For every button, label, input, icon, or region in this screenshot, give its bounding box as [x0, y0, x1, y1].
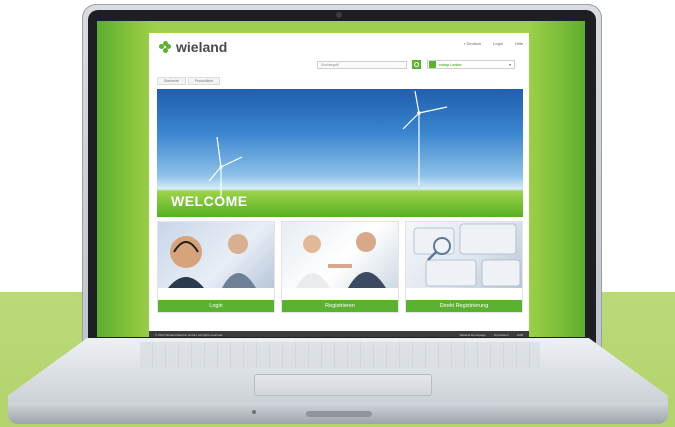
footer-link-terms[interactable]: AGB — [517, 333, 523, 337]
eshop-selector-label: eshop Lenker — [439, 62, 462, 67]
footer-link-imprint[interactable]: Impressum — [494, 333, 509, 337]
laptop-latch — [306, 411, 372, 417]
tile-login-label: Login — [158, 300, 274, 312]
tab-startseite[interactable]: Startseite — [157, 77, 186, 85]
laptop-keyboard — [140, 342, 540, 368]
search-input[interactable]: Suchbegriff — [317, 61, 407, 69]
footer-link-homepage[interactable]: Wieland Homepage — [459, 333, 485, 337]
wieland-logo[interactable]: wieland — [159, 39, 227, 55]
tab-produktlinie[interactable]: Produktlinie — [187, 77, 221, 85]
power-led-icon — [252, 410, 256, 414]
tile-login[interactable]: Login — [157, 221, 275, 313]
tile-direct-registration[interactable]: Direkt Registrierung — [405, 221, 523, 313]
eshop-selector[interactable]: eshop Lenker ▾ — [427, 60, 515, 69]
camera-icon — [336, 12, 342, 18]
chevron-down-icon: ▾ — [508, 62, 511, 67]
language-link[interactable]: • Deutsch — [464, 41, 481, 46]
search-button[interactable] — [412, 60, 421, 69]
eshop-icon — [429, 61, 436, 68]
tile-image-handshake — [282, 222, 398, 288]
tile-direct-registration-label: Direkt Registrierung — [406, 300, 522, 312]
laptop-trackpad — [254, 374, 432, 396]
footer-links: Wieland Homepage Impressum AGB — [459, 333, 523, 337]
support-agent-illustration — [168, 234, 256, 288]
laptop-screen: wieland • Deutsch Login Hilfe Suchbegrif… — [97, 21, 585, 337]
login-link[interactable]: Login — [493, 41, 503, 46]
tile-register[interactable]: Registrieren — [281, 221, 399, 313]
tile-image-support — [158, 222, 274, 288]
breadcrumb-nav: Startseite Produktlinie — [157, 77, 221, 85]
help-link[interactable]: Hilfe — [515, 41, 523, 46]
handshake-illustration — [296, 232, 386, 288]
footer-copyright: © 2013 Wieland Electric GmbH. All rights… — [155, 333, 223, 337]
tile-row: Login Registrieren Direkt Registrierung — [157, 221, 523, 313]
tile-register-label: Registrieren — [282, 300, 398, 312]
keyboard-magnifier-illustration — [413, 223, 521, 287]
hero-title: WELCOME — [171, 193, 248, 209]
clover-logo-icon — [159, 41, 171, 53]
logo-text: wieland — [176, 39, 228, 55]
web-page: wieland • Deutsch Login Hilfe Suchbegrif… — [149, 33, 529, 337]
top-links: • Deutsch Login Hilfe — [464, 41, 523, 46]
tile-image-keyboard — [406, 222, 522, 288]
hero-banner: WELCOME — [157, 89, 523, 217]
page-footer: © 2013 Wieland Electric GmbH. All rights… — [149, 331, 529, 337]
